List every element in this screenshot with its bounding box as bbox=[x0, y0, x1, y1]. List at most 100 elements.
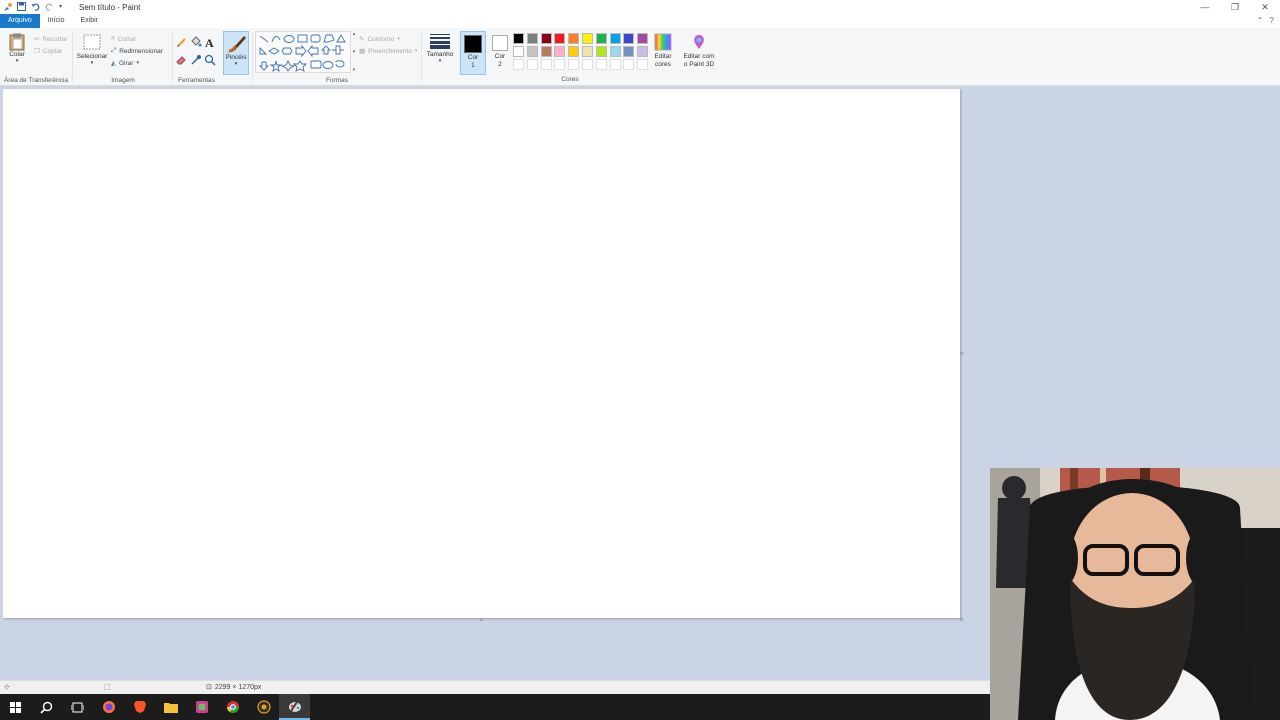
palette-swatch[interactable] bbox=[554, 59, 566, 70]
canvas-size-text: 2299 × 1270px bbox=[214, 684, 262, 691]
palette-swatch[interactable] bbox=[623, 59, 635, 70]
chrome-icon[interactable] bbox=[217, 694, 248, 720]
text-icon[interactable]: A bbox=[204, 36, 216, 48]
streamer-video-image bbox=[990, 468, 1280, 720]
palette-swatch[interactable] bbox=[595, 33, 607, 44]
palette-swatch[interactable] bbox=[637, 33, 649, 44]
palette-swatch[interactable] bbox=[568, 33, 580, 44]
shapes-gallery[interactable] bbox=[255, 31, 351, 73]
copy-button[interactable]: ❐ Copiar bbox=[34, 45, 67, 57]
palette-swatch[interactable] bbox=[540, 59, 552, 70]
customize-qa-icon[interactable]: ▾ bbox=[59, 2, 69, 12]
clipboard-icon bbox=[9, 33, 25, 51]
paint-app-icon[interactable] bbox=[3, 2, 13, 12]
paint3d-icon bbox=[694, 35, 704, 49]
color2-swatch bbox=[492, 35, 508, 51]
chevron-up-icon[interactable]: ▴ bbox=[353, 31, 356, 37]
tab-view[interactable]: Exibir bbox=[72, 14, 106, 28]
resize-button[interactable]: ⤢ Redimensionar bbox=[111, 45, 163, 57]
palette-swatch[interactable] bbox=[526, 46, 538, 57]
drawing-canvas[interactable] bbox=[3, 89, 960, 618]
palette-swatch[interactable] bbox=[637, 46, 649, 57]
palette-swatch[interactable] bbox=[623, 33, 635, 44]
palette-swatch[interactable] bbox=[581, 33, 593, 44]
crop-button[interactable]: ⌗ Cortar bbox=[111, 33, 163, 45]
eraser-icon[interactable] bbox=[176, 54, 188, 66]
close-icon[interactable]: ✕ bbox=[1250, 0, 1280, 14]
palette-swatch[interactable] bbox=[637, 59, 649, 70]
palette-swatch[interactable] bbox=[595, 59, 607, 70]
tools-group-label: Ferramentas bbox=[178, 77, 215, 84]
rotate-icon: ◭ bbox=[111, 60, 116, 67]
minimize-ribbon-icon[interactable]: ⌃ bbox=[1257, 16, 1264, 25]
resize-handle-corner[interactable] bbox=[960, 618, 963, 621]
tab-file[interactable]: Arquivo bbox=[0, 14, 40, 28]
image-group: Selecionar ▾ ⌗ Cortar ⤢ Redimensionar ◭ … bbox=[73, 28, 173, 86]
palette-swatch[interactable] bbox=[526, 59, 538, 70]
palette-swatch[interactable] bbox=[568, 59, 580, 70]
chevron-down-icon[interactable]: ▾ bbox=[353, 49, 356, 55]
resize-handle-right[interactable] bbox=[960, 352, 963, 355]
tab-home[interactable]: Início bbox=[40, 14, 73, 28]
search-icon[interactable] bbox=[31, 694, 62, 720]
paste-button[interactable]: Colar ▾ bbox=[6, 33, 28, 64]
select-label: Selecionar bbox=[76, 53, 108, 60]
rotate-button[interactable]: ◭ Girar ▾ bbox=[111, 57, 163, 69]
game-icon[interactable] bbox=[186, 694, 217, 720]
redo-icon[interactable] bbox=[45, 2, 55, 12]
pencil-icon[interactable] bbox=[176, 36, 188, 48]
edit-colors-label: Editar cores bbox=[654, 53, 672, 68]
magnifier-icon[interactable] bbox=[204, 54, 216, 66]
palette-swatch[interactable] bbox=[623, 46, 635, 57]
help-icon[interactable]: ? bbox=[1270, 16, 1274, 25]
size-button[interactable]: Tamanho ▾ bbox=[424, 33, 456, 64]
palette-swatch[interactable] bbox=[609, 59, 621, 70]
shapes-group-label: Formas bbox=[325, 77, 349, 84]
palette-swatch[interactable] bbox=[581, 59, 593, 70]
brushes-button[interactable]: Pincéis ▾ bbox=[223, 31, 249, 75]
palette-swatch[interactable] bbox=[513, 46, 524, 57]
image-small-buttons: ⌗ Cortar ⤢ Redimensionar ◭ Girar ▾ bbox=[111, 33, 163, 69]
brave-icon[interactable] bbox=[124, 694, 155, 720]
palette-swatch[interactable] bbox=[609, 46, 621, 57]
start-icon[interactable] bbox=[0, 694, 31, 720]
crosshair-icon: ⊹ bbox=[4, 684, 10, 691]
minimize-icon[interactable]: — bbox=[1190, 0, 1220, 14]
palette-swatch[interactable] bbox=[568, 46, 580, 57]
color2-button[interactable]: Cor 2 bbox=[488, 31, 512, 75]
cut-button[interactable]: ✂ Recortar bbox=[34, 33, 67, 45]
paint-icon[interactable] bbox=[279, 694, 310, 720]
outline-button[interactable]: ✎ Contorno ▾ bbox=[359, 33, 417, 45]
edit-colors-button[interactable]: Editar cores bbox=[650, 33, 676, 69]
outline-label: Contorno bbox=[367, 35, 395, 43]
firefox-icon[interactable] bbox=[93, 694, 124, 720]
palette-swatch[interactable] bbox=[513, 59, 524, 70]
color1-button[interactable]: Cor 1 bbox=[460, 31, 486, 75]
save-icon[interactable] bbox=[17, 2, 27, 12]
palette-swatch[interactable] bbox=[526, 33, 538, 44]
paint3d-button[interactable]: Editar com o Paint 3D bbox=[680, 33, 718, 69]
palette-swatch[interactable] bbox=[595, 46, 607, 57]
palette-swatch[interactable] bbox=[554, 46, 566, 57]
selection-icon: ⬚ bbox=[104, 684, 111, 691]
palette-swatch[interactable] bbox=[581, 46, 593, 57]
palette-swatch[interactable] bbox=[513, 33, 524, 44]
shapes-scroll[interactable]: ▴ ▾ ▾ bbox=[351, 31, 357, 73]
color-picker-icon[interactable] bbox=[190, 54, 202, 66]
file-explorer-icon[interactable] bbox=[155, 694, 186, 720]
chevron-down-icon: ▾ bbox=[90, 60, 94, 66]
palette-swatch[interactable] bbox=[609, 33, 621, 44]
fill-bucket-icon[interactable] bbox=[190, 36, 202, 48]
obs-icon[interactable] bbox=[248, 694, 279, 720]
resize-handle-bottom[interactable] bbox=[480, 618, 483, 621]
maximize-icon[interactable]: ❐ bbox=[1220, 0, 1250, 14]
palette-swatch[interactable] bbox=[554, 33, 566, 44]
size-label: Tamanho bbox=[426, 51, 454, 58]
undo-icon[interactable] bbox=[31, 2, 41, 12]
palette-swatch[interactable] bbox=[540, 46, 552, 57]
palette-swatch[interactable] bbox=[540, 33, 552, 44]
fill-button[interactable]: ▦ Preenchimento ▾ bbox=[359, 45, 417, 57]
more-icon[interactable]: ▾ bbox=[353, 67, 356, 73]
select-button[interactable]: Selecionar ▾ bbox=[76, 34, 108, 66]
task-view-icon[interactable] bbox=[62, 694, 93, 720]
